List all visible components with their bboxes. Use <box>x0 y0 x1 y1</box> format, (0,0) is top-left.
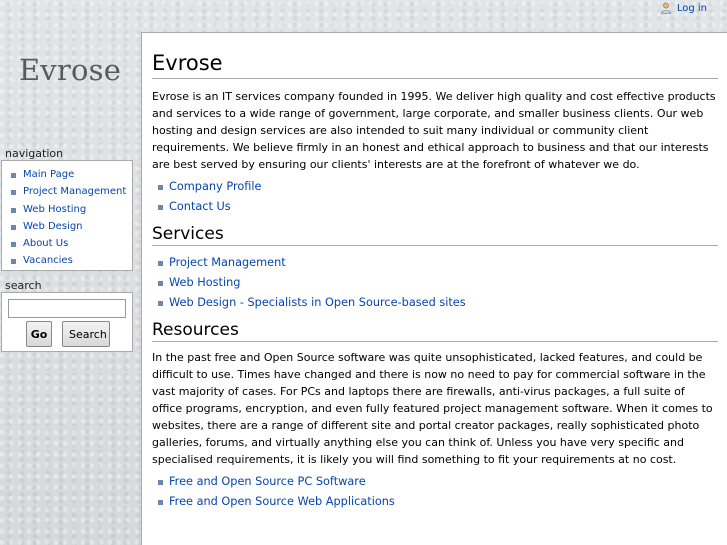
site-logo[interactable]: Evrose <box>0 50 140 100</box>
nav-item-web-design: Web Design <box>9 218 132 235</box>
project-management-link[interactable]: Project Management <box>169 256 286 269</box>
resources-heading: Resources <box>152 319 718 342</box>
company-profile-link[interactable]: Company Profile <box>169 180 261 193</box>
search-button[interactable]: Search <box>62 321 110 347</box>
nav-link-about-us[interactable]: About Us <box>23 238 68 249</box>
page-title: Evrose <box>152 50 718 79</box>
search-input[interactable] <box>8 299 126 318</box>
go-button[interactable]: Go <box>26 321 52 347</box>
pc-software-link[interactable]: Free and Open Source PC Software <box>169 475 366 488</box>
nav-item-web-hosting: Web Hosting <box>9 201 132 218</box>
web-applications-link[interactable]: Free and Open Source Web Applications <box>169 495 395 508</box>
list-item: Free and Open Source Web Applications <box>152 492 727 512</box>
nav-item-vacancies: Vacancies <box>9 252 132 269</box>
personal-tools: Log in <box>660 0 707 16</box>
nav-item-about-us: About Us <box>9 235 132 252</box>
navigation-title: navigation <box>5 147 64 160</box>
list-item: Free and Open Source PC Software <box>152 472 727 492</box>
services-links-list: Project Management Web Hosting Web Desig… <box>152 253 727 313</box>
web-hosting-link[interactable]: Web Hosting <box>169 276 240 289</box>
resources-paragraph: In the past free and Open Source softwar… <box>152 351 713 466</box>
nav-link-main-page[interactable]: Main Page <box>23 169 74 180</box>
navigation-list: Main Page Project Management Web Hosting… <box>9 166 132 270</box>
profile-links-list: Company Profile Contact Us <box>152 177 727 217</box>
login-link[interactable]: Log in <box>677 3 707 14</box>
web-design-link[interactable]: Web Design - Specialists in Open Source-… <box>169 296 466 309</box>
navigation-panel: Main Page Project Management Web Hosting… <box>1 160 133 271</box>
list-item: Web Design - Specialists in Open Source-… <box>152 293 727 313</box>
nav-link-web-hosting[interactable]: Web Hosting <box>23 204 86 215</box>
list-item: Web Hosting <box>152 273 727 293</box>
search-panel: Go Search <box>1 292 133 352</box>
nav-link-web-design[interactable]: Web Design <box>23 221 83 232</box>
contact-us-link[interactable]: Contact Us <box>169 200 231 213</box>
nav-item-project-management: Project Management <box>9 183 132 200</box>
nav-item-main-page: Main Page <box>9 166 132 183</box>
nav-link-vacancies[interactable]: Vacancies <box>23 255 73 266</box>
list-item: Project Management <box>152 253 727 273</box>
list-item: Contact Us <box>152 197 727 217</box>
nav-link-project-management[interactable]: Project Management <box>23 186 126 197</box>
intro-paragraph: Evrose is an IT services company founded… <box>152 90 716 171</box>
resources-links-list: Free and Open Source PC Software Free an… <box>152 472 727 512</box>
user-icon <box>661 2 671 14</box>
logo-text: Evrose <box>18 53 122 87</box>
content-area: Evrose Evrose is an IT services company … <box>141 32 727 545</box>
search-buttons: Go Search <box>8 321 132 347</box>
list-item: Company Profile <box>152 177 727 197</box>
services-heading: Services <box>152 223 718 246</box>
search-title: search <box>5 279 42 292</box>
